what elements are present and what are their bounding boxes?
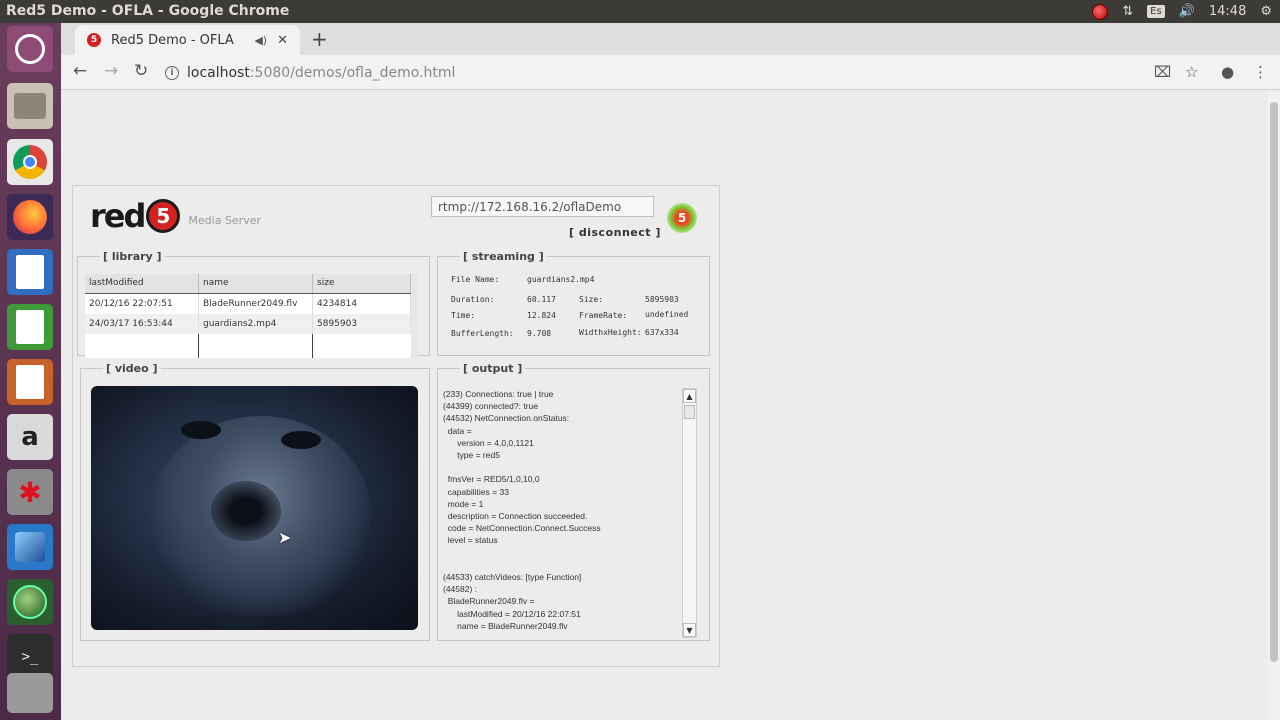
url-path: :5080/demos/ofla_demo.html: [249, 64, 456, 81]
cell-size: 5895903: [313, 314, 411, 334]
firefox-icon[interactable]: [7, 194, 53, 240]
amazon-icon[interactable]: a: [7, 414, 53, 460]
output-legend: [ output ]: [463, 362, 523, 375]
files-icon[interactable]: [7, 83, 53, 129]
translate-icon[interactable]: ⌧: [1154, 63, 1171, 81]
menu-kebab-icon[interactable]: ⋮: [1253, 63, 1268, 81]
streaming-panel: [ streaming ] File Name: guardians2.mp4 …: [437, 250, 710, 356]
cell-name: BladeRunner2049.flv: [199, 294, 313, 314]
library-grid: lastModified name size 20/12/16 22:07:51…: [85, 274, 411, 358]
audio-playing-icon[interactable]: ◀): [254, 34, 267, 47]
duration-label: Duration:: [451, 295, 495, 304]
media-server-label: Media Server: [188, 213, 261, 227]
globe-icon[interactable]: [7, 579, 53, 625]
record-indicator-icon[interactable]: [1092, 3, 1109, 20]
time-label: Time:: [451, 311, 476, 320]
system-top-bar: Red5 Demo - OFLA - Google Chrome ⇅ Es 🔊 …: [0, 0, 1280, 23]
logo-five-badge: 5: [146, 199, 181, 233]
clock[interactable]: 14:48: [1209, 4, 1246, 19]
mouse-cursor-icon: ➤: [278, 528, 292, 547]
duration-value: 60.117: [527, 295, 556, 304]
red5-logo: red 5 Media Server: [90, 196, 261, 236]
cell-lastmodified: 20/12/16 22:07:51: [85, 294, 199, 314]
forward-arrow-icon[interactable]: →: [104, 61, 118, 81]
tab-strip: 5 Red5 Demo - OFLA ◀) ✕ +: [61, 23, 1280, 55]
disconnect-button[interactable]: [ disconnect ]: [569, 226, 661, 239]
video-panel: [ video ] ➤: [80, 362, 430, 641]
library-legend: [ library ]: [103, 250, 162, 263]
column-header-name[interactable]: name: [199, 274, 313, 293]
scroll-down-icon[interactable]: ▼: [683, 623, 696, 637]
output-log[interactable]: (233) Connections: true | true (44399) c…: [443, 388, 681, 633]
time-value: 12.824: [527, 311, 556, 320]
address-bar[interactable]: i localhost:5080/demos/ofla_demo.html: [165, 59, 1190, 86]
page-scroll-thumb[interactable]: [1270, 102, 1278, 662]
bufferlength-label: BufferLength:: [451, 329, 514, 338]
tab-title: Red5 Demo - OFLA: [111, 32, 234, 48]
bookmark-star-icon[interactable]: ☆: [1185, 63, 1198, 81]
library-header-row: lastModified name size: [85, 274, 411, 294]
cell-lastmodified: 24/03/17 16:53:44: [85, 314, 199, 334]
new-tab-button[interactable]: +: [311, 27, 328, 51]
back-arrow-icon[interactable]: ←: [73, 61, 87, 81]
streaming-legend: [ streaming ]: [463, 250, 544, 263]
ofla-demo-app: red 5 Media Server [ disconnect ] 5 [ li…: [72, 185, 720, 667]
writer-icon[interactable]: [7, 249, 53, 295]
ubuntu-dash-icon[interactable]: [7, 26, 53, 72]
trash-icon[interactable]: [7, 673, 53, 713]
chrome-icon[interactable]: [7, 139, 53, 185]
rtmp-url-input[interactable]: [431, 196, 654, 217]
cell-size: 4234814: [313, 294, 411, 314]
width-height-label: WidthxHeight:: [579, 328, 642, 337]
column-header-size[interactable]: size: [313, 274, 411, 293]
connection-status-icon: 5: [667, 203, 697, 233]
impress-icon[interactable]: [7, 359, 53, 405]
browser-toolbar: ← → ↻ i localhost:5080/demos/ofla_demo.h…: [61, 55, 1280, 90]
scroll-up-icon[interactable]: ▲: [683, 389, 696, 403]
empty-row: [85, 334, 411, 358]
file-name-value: guardians2.mp4: [527, 275, 595, 284]
table-row[interactable]: 24/03/17 16:53:44 guardians2.mp4 5895903: [85, 314, 411, 334]
system-settings-icon[interactable]: ✱: [7, 469, 53, 515]
logo-text: red: [90, 197, 146, 235]
url-host: localhost: [187, 64, 250, 81]
file-name-label: File Name:: [451, 275, 500, 284]
unity-launcher: a ✱ >_: [0, 23, 61, 720]
size-value: 5895903: [645, 295, 679, 304]
cell-name: guardians2.mp4: [199, 314, 313, 334]
settings-gear-icon[interactable]: ⚙: [1260, 4, 1272, 19]
table-row[interactable]: 20/12/16 22:07:51 BladeRunner2049.flv 42…: [85, 294, 411, 314]
video-legend: [ video ]: [106, 362, 158, 375]
width-height-value: 637x334: [645, 328, 679, 337]
scroll-thumb[interactable]: [684, 405, 695, 419]
tab-close-icon[interactable]: ✕: [277, 33, 288, 48]
tab-red5-demo[interactable]: 5 Red5 Demo - OFLA ◀) ✕: [75, 25, 300, 55]
output-scrollbar[interactable]: ▲ ▼: [682, 388, 697, 638]
keyboard-layout-indicator[interactable]: Es: [1147, 5, 1165, 18]
window-title: Red5 Demo - OFLA - Google Chrome: [6, 3, 290, 19]
system-tray: ⇅ Es 🔊 14:48 ⚙: [1092, 0, 1280, 23]
app-icon[interactable]: [7, 524, 53, 570]
size-label: Size:: [579, 295, 604, 304]
volume-icon[interactable]: 🔊: [1179, 4, 1195, 19]
page-scrollbar[interactable]: [1268, 90, 1280, 720]
calc-icon[interactable]: [7, 304, 53, 350]
library-scrollbar[interactable]: [412, 274, 418, 358]
library-panel: [ library ] lastModified name size 20/12…: [77, 250, 430, 358]
bufferlength-value: 9.708: [527, 329, 552, 338]
red5-favicon-icon: 5: [87, 33, 101, 47]
reload-icon[interactable]: ↻: [134, 61, 148, 81]
output-panel: [ output ] (233) Connections: true | tru…: [437, 362, 710, 641]
video-player[interactable]: ➤: [91, 386, 418, 630]
site-info-icon[interactable]: i: [165, 65, 179, 80]
column-header-lastmodified[interactable]: lastModified: [85, 274, 199, 293]
profile-avatar-icon[interactable]: ●: [1221, 63, 1234, 81]
page-viewport: red 5 Media Server [ disconnect ] 5 [ li…: [61, 90, 1268, 720]
network-icon[interactable]: ⇅: [1122, 4, 1133, 19]
framerate-label: FrameRate:: [579, 311, 628, 320]
framerate-value: undefined: [645, 310, 689, 319]
